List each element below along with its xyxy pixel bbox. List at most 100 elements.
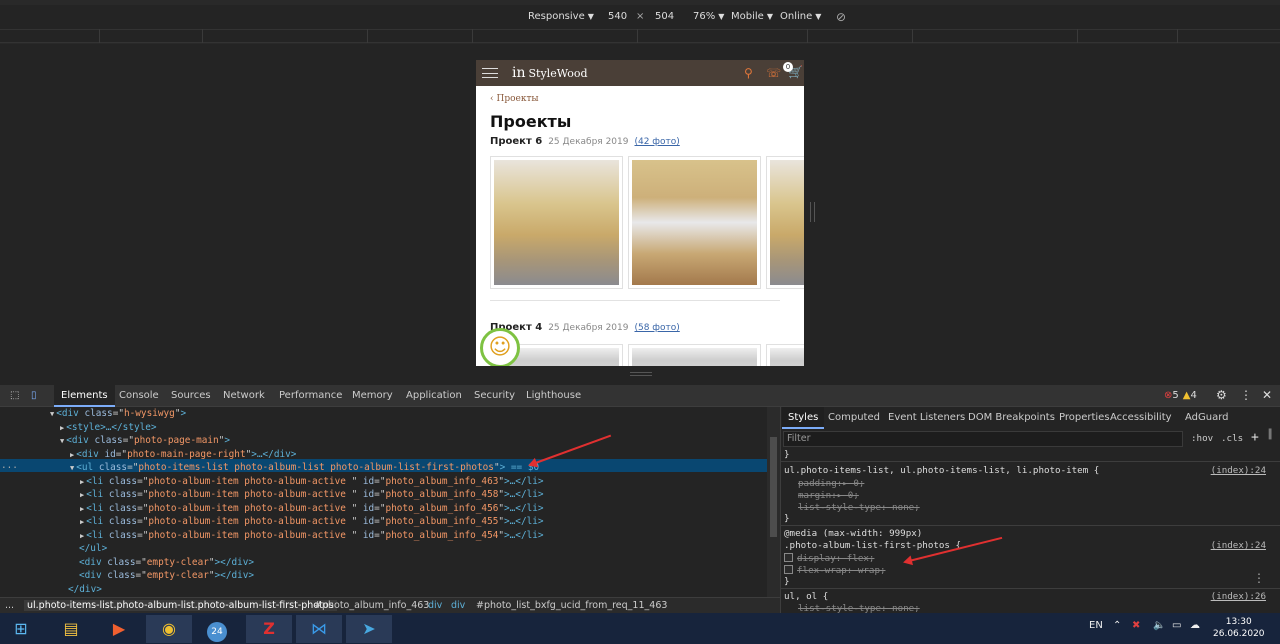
telegram-icon[interactable]: ➤ — [346, 615, 392, 643]
rule-source-link[interactable]: (index):24 — [1211, 540, 1266, 551]
tray-expand-icon[interactable]: ⌃ — [1113, 620, 1121, 631]
devtools-tab-console[interactable]: Console — [112, 385, 166, 407]
rule-selector[interactable]: ul, ol { — [784, 591, 828, 602]
breadcrumb-node[interactable]: #photo_list_bxfg_ucid_from_req_11_463 — [476, 600, 667, 611]
vscode-icon[interactable]: ⋈ — [296, 615, 342, 643]
dom-node[interactable]: </ul> — [79, 542, 107, 555]
project-photo[interactable] — [628, 156, 761, 289]
search-icon[interactable]: ⚲ — [744, 66, 753, 80]
dom-node[interactable]: ▶ <style>…</style> — [60, 421, 157, 434]
dom-node[interactable]: <div class="empty-clear"></div> — [79, 556, 254, 569]
styles-filter-input[interactable]: Filter — [783, 431, 1183, 447]
menu-icon[interactable] — [482, 68, 498, 78]
error-count[interactable]: ⊗5 ▲4 — [1164, 390, 1197, 401]
network-icon[interactable]: ✖ — [1132, 620, 1140, 631]
width-input[interactable]: 540 — [608, 11, 627, 22]
dom-node[interactable]: ▼ <div class="photo-page-main"> — [60, 434, 230, 447]
styles-tab-adguard[interactable]: AdGuard — [1179, 407, 1235, 429]
collapse-arrow-icon[interactable]: ▶ — [80, 491, 84, 499]
settings-gear-icon[interactable]: ⚙ — [1216, 388, 1227, 402]
throttling-dropdown[interactable]: Online ▼ — [780, 11, 821, 22]
media-query-segment[interactable] — [808, 29, 913, 43]
viewport-width-handle[interactable] — [810, 202, 815, 222]
elements-scrollbar[interactable] — [767, 407, 780, 597]
project-photo[interactable] — [766, 344, 804, 366]
responsive-dropdown[interactable]: Responsive ▼ — [528, 11, 594, 22]
chrome-icon[interactable]: ◉ — [146, 615, 192, 643]
rule-source-link[interactable]: (index):26 — [1211, 591, 1266, 602]
rotate-icon[interactable]: ⊘ — [836, 10, 846, 24]
dom-node[interactable]: ▶ <div id="photo-main-page-right">…</div> — [70, 448, 296, 461]
app-icon[interactable]: 24 — [194, 615, 240, 643]
styles-tab-event-listeners[interactable]: Event Listeners — [882, 407, 971, 429]
styles-tab-dom-breakpoints[interactable]: DOM Breakpoints — [962, 407, 1061, 429]
viewport-height-handle[interactable] — [630, 372, 652, 376]
device-toggle-icon[interactable]: ▯ — [24, 385, 44, 407]
breadcrumb-node[interactable]: div — [451, 600, 465, 611]
property-checkbox[interactable] — [784, 565, 793, 574]
css-property[interactable]: padding:▸ 0; — [798, 478, 864, 489]
styles-tab-accessibility[interactable]: Accessibility — [1104, 407, 1178, 429]
more-options-icon[interactable]: ⋮ — [1253, 571, 1265, 585]
breadcrumb-node[interactable]: ul.photo-items-list.photo-album-list.pho… — [24, 600, 337, 611]
collapse-arrow-icon[interactable]: ▶ — [80, 518, 84, 526]
expand-arrow-icon[interactable]: ▼ — [70, 464, 74, 472]
cloud-icon[interactable]: ☁ — [1190, 620, 1200, 631]
devtools-tab-elements[interactable]: Elements — [54, 385, 115, 407]
rule-selector[interactable]: .photo-album-list-first-photos { — [784, 540, 961, 551]
devtools-tab-network[interactable]: Network — [216, 385, 272, 407]
new-rule-button[interactable]: + — [1251, 430, 1259, 445]
phone-icon[interactable]: ☏ — [766, 66, 781, 80]
collapse-arrow-icon[interactable]: ▶ — [60, 424, 64, 432]
close-icon[interactable]: ✕ — [1262, 388, 1272, 402]
device-type-dropdown[interactable]: Mobile ▼ — [731, 11, 773, 22]
styles-tab-styles[interactable]: Styles — [782, 407, 825, 429]
dom-node[interactable]: ▼ <div class="h-wysiwyg"> — [50, 407, 186, 420]
devtools-tab-sources[interactable]: Sources — [164, 385, 218, 407]
battery-icon[interactable]: ▭ — [1172, 620, 1181, 631]
more-options-icon[interactable]: ⋮ — [1240, 388, 1252, 402]
node-menu-dots[interactable]: ... — [1, 459, 18, 472]
elements-tree[interactable]: ... ▼ <div class="h-wysiwyg"> ▶ <style>…</s… — [0, 407, 767, 597]
chat-widget-avatar-icon[interactable]: ☺ — [480, 328, 520, 366]
media-query-segment[interactable] — [473, 29, 638, 43]
dom-node[interactable]: </div> — [68, 583, 102, 596]
breadcrumb-node[interactable]: ... — [5, 600, 14, 611]
devtools-tab-performance[interactable]: Performance — [272, 385, 349, 407]
css-property[interactable]: list-style-type: none; — [798, 502, 920, 513]
breadcrumb-node[interactable]: #photo_album_info_463 — [314, 600, 429, 611]
site-logo[interactable]: in StyleWood — [512, 65, 588, 81]
devtools-tab-lighthouse[interactable]: Lighthouse — [519, 385, 588, 407]
breadcrumb[interactable]: ‹ Проекты — [490, 94, 539, 104]
scrollbar-thumb[interactable] — [770, 437, 777, 537]
styles-tab-computed[interactable]: Computed — [822, 407, 886, 429]
project-photos-link[interactable]: (58 фото) — [634, 323, 679, 333]
volume-icon[interactable]: 🔈 — [1153, 620, 1165, 631]
dom-node[interactable]: ▶ <li class="photo-album-item photo-album… — [80, 475, 544, 488]
project-photo[interactable] — [628, 344, 761, 366]
media-query-segment[interactable] — [100, 29, 203, 43]
media-player-icon[interactable]: ▶ — [96, 615, 142, 643]
height-input[interactable]: 504 — [655, 11, 674, 22]
filezilla-icon[interactable]: Z — [246, 615, 292, 643]
media-query-segment[interactable] — [638, 29, 808, 43]
dom-node[interactable]: ▶ <li class="photo-album-item photo-album… — [80, 515, 544, 528]
media-query-segment[interactable] — [203, 29, 368, 43]
devtools-tab-memory[interactable]: Memory — [345, 385, 400, 407]
css-property[interactable]: flex-wrap: wrap; — [797, 565, 886, 576]
start-button-icon[interactable]: ⊞ — [0, 615, 42, 643]
css-property[interactable]: margin:▸ 0; — [798, 490, 859, 501]
breadcrumb-link[interactable]: Проекты — [496, 94, 538, 104]
collapse-arrow-icon[interactable]: ▶ — [70, 451, 74, 459]
property-checkbox[interactable] — [784, 553, 793, 562]
class-toggle[interactable]: .cls — [1221, 433, 1243, 444]
collapse-arrow-icon[interactable]: ▶ — [80, 532, 84, 540]
media-query-segment[interactable] — [0, 29, 100, 43]
project-photo[interactable] — [766, 156, 804, 289]
zoom-dropdown[interactable]: 76% ▼ — [693, 11, 724, 22]
devtools-tab-application[interactable]: Application — [399, 385, 469, 407]
collapse-arrow-icon[interactable]: ▶ — [80, 478, 84, 486]
dom-node[interactable]: ▶ <li class="photo-album-item photo-album… — [80, 529, 544, 542]
dom-node[interactable]: ▼ <ul class="photo-items-list photo-album… — [70, 461, 539, 474]
media-query-segment[interactable] — [368, 29, 473, 43]
